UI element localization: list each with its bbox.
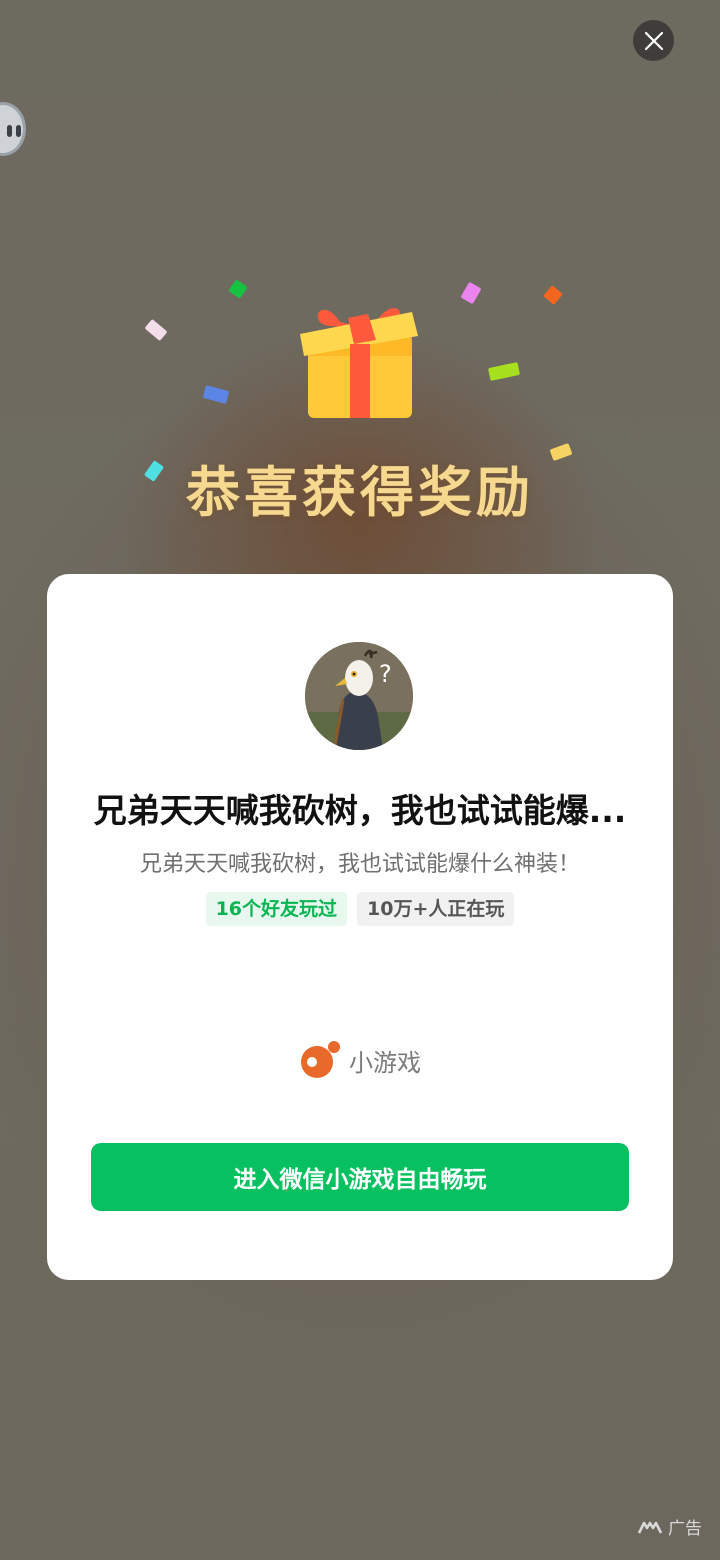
game-description: 兄弟天天喊我砍树，我也试试能爆什么神装！ [139, 852, 580, 877]
friends-played-tag: 16个好友玩过 [205, 892, 348, 926]
mini-game-label: 小游戏 [349, 1048, 421, 1077]
reward-headline: 恭喜获得奖励 [186, 461, 534, 524]
ad-badge[interactable]: 广告 [638, 1514, 702, 1539]
ad-logo-icon [638, 1521, 663, 1534]
mini-game-brand: 小游戏 [47, 1040, 673, 1080]
assistant-eye-left [7, 125, 12, 137]
ad-label: 广告 [668, 1519, 702, 1539]
close-icon [644, 31, 663, 50]
game-avatar-image: ? [305, 642, 413, 750]
mini-game-card: ? 兄弟天天喊我砍树，我也试试能爆... 兄弟天天喊我砍树，我也试试能爆什么神装… [47, 574, 673, 1280]
svg-text:?: ? [379, 660, 392, 688]
close-button[interactable] [633, 20, 674, 61]
players-count-tag: 10万+人正在玩 [357, 892, 515, 926]
game-tags: 16个好友玩过 10万+人正在玩 [47, 892, 673, 926]
game-title: 兄弟天天喊我砍树，我也试试能爆... [93, 791, 627, 830]
assistant-eye-right [16, 125, 21, 137]
mini-game-logo-icon [301, 1041, 340, 1078]
enter-mini-game-button[interactable]: 进入微信小游戏自由畅玩 [91, 1143, 629, 1211]
gift-icon [300, 308, 418, 418]
